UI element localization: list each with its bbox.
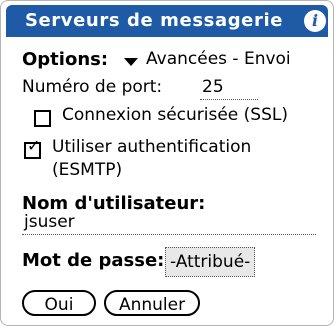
checkmark-icon: ✓ — [27, 136, 41, 155]
info-icon[interactable]: i — [304, 10, 326, 32]
options-dropdown[interactable]: Avancées - Envoi — [146, 49, 291, 69]
ssl-label: Connexion sécurisée (SSL) — [62, 105, 288, 125]
port-input[interactable]: 25 — [200, 77, 258, 100]
password-selector[interactable]: -Attribué- — [165, 247, 256, 277]
auth-label-line2: (ESMTP) — [52, 160, 123, 180]
auth-checkbox[interactable]: ✓ — [24, 138, 41, 159]
cancel-button[interactable]: Annuler — [104, 290, 200, 316]
username-label: Nom d'utilisateur: — [22, 193, 206, 214]
port-value: 25 — [202, 77, 224, 97]
dialog-title: Serveurs de messagerie — [24, 10, 284, 31]
options-label: Options: — [22, 49, 109, 70]
ok-button[interactable]: Oui — [22, 290, 96, 316]
dropdown-triangle-icon[interactable] — [124, 58, 138, 66]
title-bar: Serveurs de messagerie i — [6, 5, 328, 37]
password-label: Mot de passe: — [22, 250, 165, 271]
ssl-checkbox[interactable] — [34, 110, 51, 127]
port-label: Numéro de port: — [22, 77, 163, 97]
auth-label: Utiliser authentification — [52, 137, 252, 157]
username-input[interactable]: jsuser — [22, 212, 316, 235]
username-value: jsuser — [24, 212, 75, 232]
